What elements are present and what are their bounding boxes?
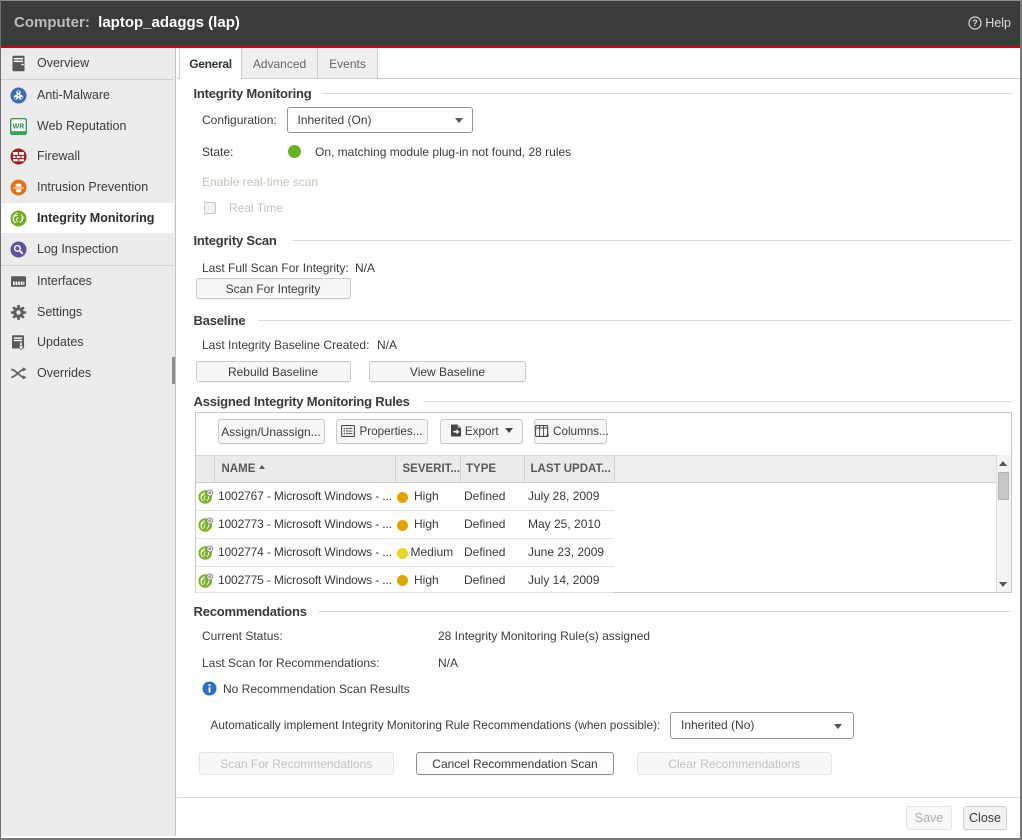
- svg-text:WR: WR: [13, 123, 25, 130]
- svg-text:?: ?: [972, 18, 978, 28]
